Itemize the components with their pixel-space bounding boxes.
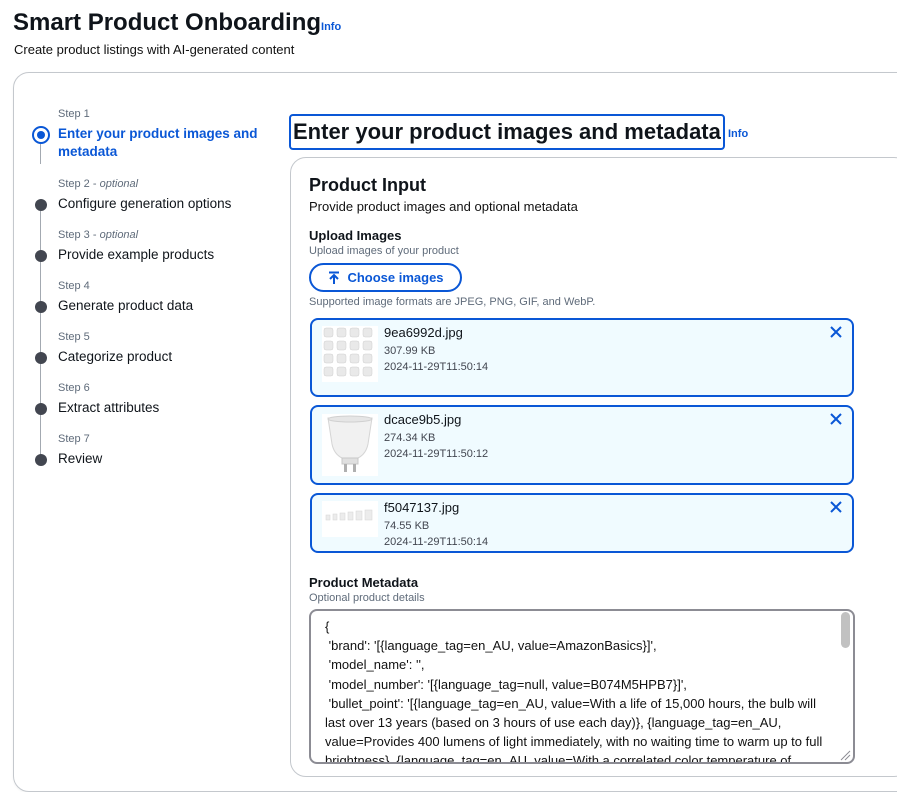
step-dot-icon xyxy=(35,352,47,364)
file-token: 9ea6992d.jpg 307.99 KB 2024-11-29T11:50:… xyxy=(310,318,854,397)
file-token: dcace9b5.jpg 274.34 KB 2024-11-29T11:50:… xyxy=(310,405,854,485)
step-title: Provide example products xyxy=(58,247,215,262)
close-icon[interactable] xyxy=(828,499,844,515)
file-token: f5047137.jpg 74.55 KB 2024-11-29T11:50:1… xyxy=(310,493,854,553)
file-modified: 2024-11-29T11:50:14 xyxy=(384,361,489,373)
textarea-scrollbar[interactable] xyxy=(841,612,850,648)
choose-images-label: Choose images xyxy=(347,270,444,285)
product-metadata-description: Optional product details xyxy=(309,592,425,604)
step-label: Step 4 xyxy=(58,280,90,292)
upload-images-description: Upload images of your product xyxy=(309,245,459,257)
file-thumbnail xyxy=(322,326,378,382)
step-title: Generate product data xyxy=(58,298,194,313)
file-thumbnail xyxy=(322,414,378,476)
close-icon[interactable] xyxy=(828,324,844,340)
product-input-title: Product Input xyxy=(309,175,426,195)
product-metadata-label: Product Metadata xyxy=(309,575,419,590)
step-dot-icon xyxy=(35,301,47,313)
file-size: 74.55 KB xyxy=(384,520,430,532)
step-label: Step 2 - optional xyxy=(58,178,139,190)
step-dot-icon xyxy=(35,403,47,415)
file-name: dcace9b5.jpg xyxy=(384,412,462,427)
upload-icon xyxy=(329,271,340,284)
step-1[interactable]: Step 1 Enter your product images and met… xyxy=(30,108,270,163)
step-connector xyxy=(40,211,41,461)
product-input-description: Provide product images and optional meta… xyxy=(309,199,578,214)
product-metadata-textarea[interactable]: { 'brand': '[{language_tag=en_AU, value=… xyxy=(309,609,855,764)
step-title[interactable]: Enter your product images and metadata xyxy=(58,125,268,161)
step-dot-icon xyxy=(35,199,47,211)
step-label: Step 3 - optional xyxy=(58,229,139,241)
step-title: Review xyxy=(58,451,103,466)
file-modified: 2024-11-29T11:50:12 xyxy=(384,448,489,460)
step-dot-icon xyxy=(35,250,47,262)
file-size: 274.34 KB xyxy=(384,432,436,444)
current-step-icon xyxy=(32,126,50,144)
top-accent-line xyxy=(0,0,897,2)
step-title: Categorize product xyxy=(58,349,173,364)
file-size: 307.99 KB xyxy=(384,345,436,357)
file-name: 9ea6992d.jpg xyxy=(384,325,463,340)
file-modified: 2024-11-29T11:50:14 xyxy=(384,536,489,548)
choose-images-button[interactable]: Choose images xyxy=(309,263,462,292)
heading-info-link[interactable]: Info xyxy=(728,128,748,140)
file-thumbnail xyxy=(322,501,378,537)
step-label: Step 5 xyxy=(58,331,90,343)
upload-images-label: Upload Images xyxy=(309,228,402,243)
step-title: Extract attributes xyxy=(58,400,160,415)
step-label: Step 1 xyxy=(58,108,90,120)
resize-handle-icon[interactable] xyxy=(839,749,851,761)
step-title: Configure generation options xyxy=(58,196,232,211)
step-label: Step 7 xyxy=(58,433,90,445)
upload-format-hint: Supported image formats are JPEG, PNG, G… xyxy=(309,296,596,308)
header-info-link[interactable]: Info xyxy=(321,21,341,33)
close-icon[interactable] xyxy=(828,411,844,427)
step-label: Step 6 xyxy=(58,382,90,394)
step-heading: Enter your product images and metadata xyxy=(289,114,725,150)
page-subtitle: Create product listings with AI-generate… xyxy=(14,42,295,57)
file-name: f5047137.jpg xyxy=(384,500,460,515)
step-dot-icon xyxy=(35,454,47,466)
page-title: Smart Product OnboardingInfo xyxy=(13,9,342,36)
